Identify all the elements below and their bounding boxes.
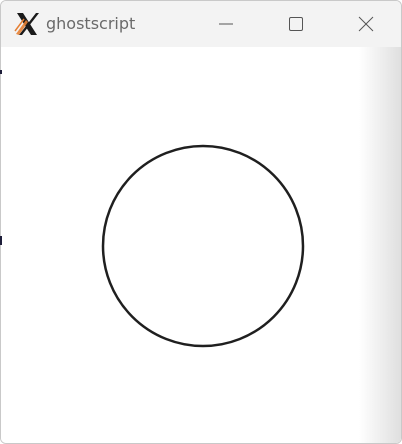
close-icon bbox=[358, 16, 374, 32]
x-logo-icon bbox=[14, 13, 39, 35]
canvas-drawing bbox=[101, 144, 305, 348]
title-bar[interactable]: ghostscript bbox=[1, 1, 401, 47]
minimize-button[interactable] bbox=[191, 1, 261, 47]
maximize-button[interactable] bbox=[261, 1, 331, 47]
close-button[interactable] bbox=[331, 1, 401, 47]
maximize-icon bbox=[289, 17, 303, 31]
ghostscript-window: ghostscript bbox=[0, 0, 402, 444]
render-canvas bbox=[1, 47, 401, 443]
circle-shape bbox=[101, 144, 305, 348]
window-title: ghostscript bbox=[46, 14, 136, 33]
background-edge-mark bbox=[0, 70, 2, 74]
background-edge-mark bbox=[0, 236, 2, 245]
minimize-icon bbox=[219, 23, 233, 25]
